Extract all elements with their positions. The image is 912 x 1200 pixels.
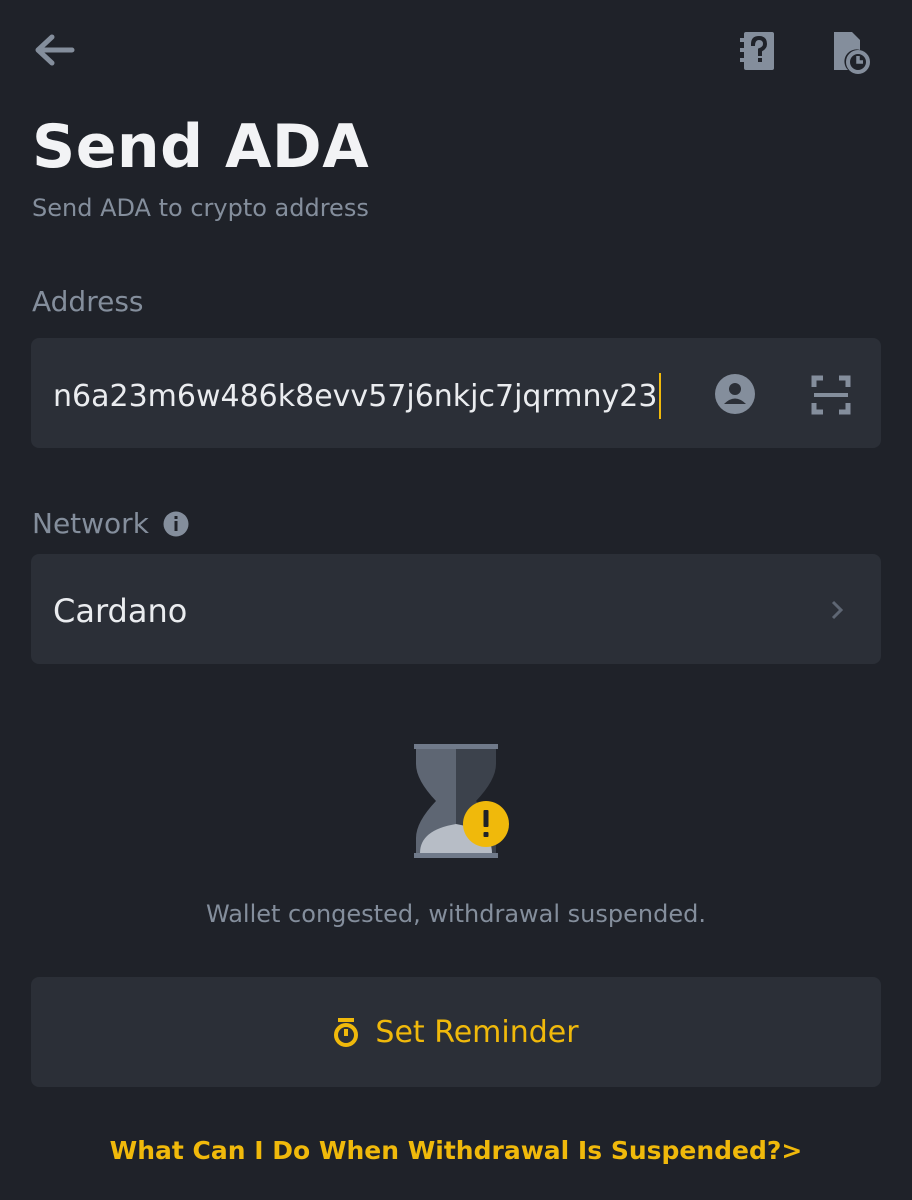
arrow-left-icon (35, 34, 75, 66)
contact-icon (715, 374, 755, 414)
set-reminder-label: Set Reminder (375, 1014, 579, 1050)
network-label: Network (32, 507, 149, 540)
info-icon[interactable] (163, 511, 189, 537)
page-title: Send ADA (32, 112, 370, 182)
history-button[interactable] (828, 28, 870, 74)
hourglass-warning-icon (414, 744, 509, 858)
question-document-icon (740, 32, 774, 70)
timer-icon (334, 1018, 359, 1047)
address-value-row[interactable]: n6a23m6w486k8evv57j6nkjc7jqrmny23 (53, 373, 662, 419)
back-button[interactable] (30, 30, 78, 70)
status-message: Wallet congested, withdrawal suspended. (206, 900, 706, 928)
address-book-button[interactable] (714, 373, 756, 415)
address-label: Address (32, 285, 144, 318)
scan-qr-button[interactable] (811, 375, 851, 415)
send-ada-screen: Send ADA Send ADA to crypto address Addr… (0, 0, 912, 1200)
scan-icon (811, 375, 851, 415)
chevron-right-icon (831, 600, 844, 620)
withdrawal-suspended-help-link[interactable]: What Can I Do When Withdrawal Is Suspend… (0, 1136, 912, 1165)
network-label-row: Network (32, 507, 189, 540)
faq-button[interactable] (738, 28, 780, 74)
network-selector[interactable]: Cardano (31, 554, 881, 664)
address-input[interactable]: n6a23m6w486k8evv57j6nkjc7jqrmny23 (31, 338, 881, 448)
text-caret (659, 373, 662, 419)
page-subtitle: Send ADA to crypto address (32, 194, 369, 222)
document-clock-icon (834, 32, 870, 74)
set-reminder-button[interactable]: Set Reminder (31, 977, 881, 1087)
network-value: Cardano (53, 592, 188, 630)
address-value[interactable]: n6a23m6w486k8evv57j6nkjc7jqrmny23 (53, 379, 657, 414)
